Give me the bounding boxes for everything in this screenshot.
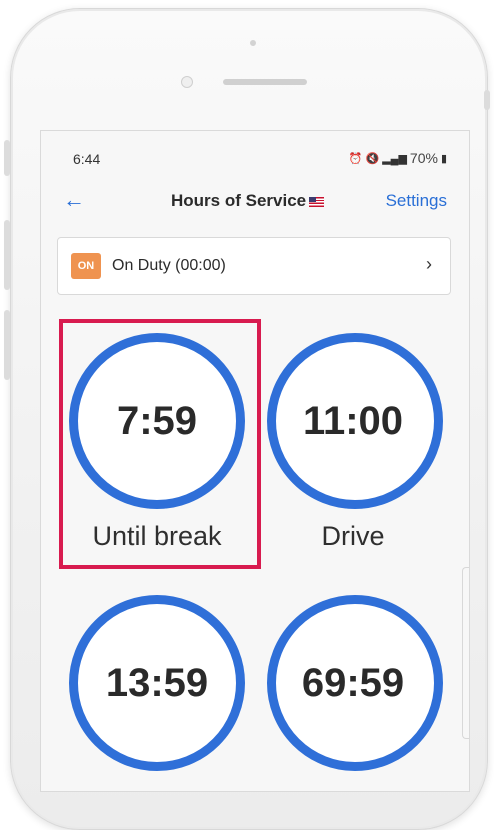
duty-status-badge: ON	[71, 253, 101, 279]
power-button	[484, 90, 490, 110]
timer-until-break[interactable]: 7:59 Until break	[59, 319, 261, 569]
page-title-text: Hours of Service	[171, 191, 307, 210]
earpiece-speaker	[223, 79, 307, 85]
proximity-sensor	[250, 40, 256, 46]
mute-icon: 🔇	[365, 152, 380, 165]
scroll-handle[interactable]	[462, 567, 469, 739]
duty-status-card[interactable]: ON On Duty (00:00) ›	[57, 237, 451, 295]
timer-drive[interactable]: 11:00 Drive	[261, 319, 457, 567]
front-camera	[181, 76, 193, 88]
status-bar: 6:44 ⏰ 🔇 ▂▄▆ 70% ▮	[41, 131, 469, 181]
back-arrow-icon[interactable]: ←	[63, 187, 85, 213]
timer-value: 13:59	[105, 661, 209, 705]
battery-icon: ▮	[440, 152, 447, 165]
app-bar: ← Hours of Service Settings	[41, 181, 469, 221]
duty-status-text: On Duty (00:00)	[112, 257, 226, 274]
mute-switch	[4, 140, 10, 176]
battery-percent: 70%	[409, 150, 438, 166]
chevron-right-icon: ›	[426, 254, 432, 274]
timer-label: Drive	[321, 521, 385, 551]
selection-highlight	[59, 319, 261, 569]
timer-shift[interactable]: 13:59	[59, 591, 255, 791]
alarm-icon: ⏰	[348, 152, 363, 165]
volume-down-button	[4, 310, 10, 380]
timer-value: 11:00	[302, 399, 404, 443]
status-icons: ⏰ 🔇 ▂▄▆ 70% ▮	[349, 150, 447, 166]
page-title: Hours of Service	[171, 191, 325, 211]
timer-value: 69:59	[301, 661, 405, 705]
volume-up-button	[4, 220, 10, 290]
us-flag-icon	[309, 196, 325, 207]
timer-cycle[interactable]: 69:59	[261, 591, 457, 791]
settings-link[interactable]: Settings	[386, 191, 447, 211]
signal-icon: ▂▄▆	[382, 152, 407, 165]
status-time: 6:44	[73, 151, 101, 167]
app-screen: 6:44 ⏰ 🔇 ▂▄▆ 70% ▮ ← Hours of Service Se…	[40, 130, 470, 792]
